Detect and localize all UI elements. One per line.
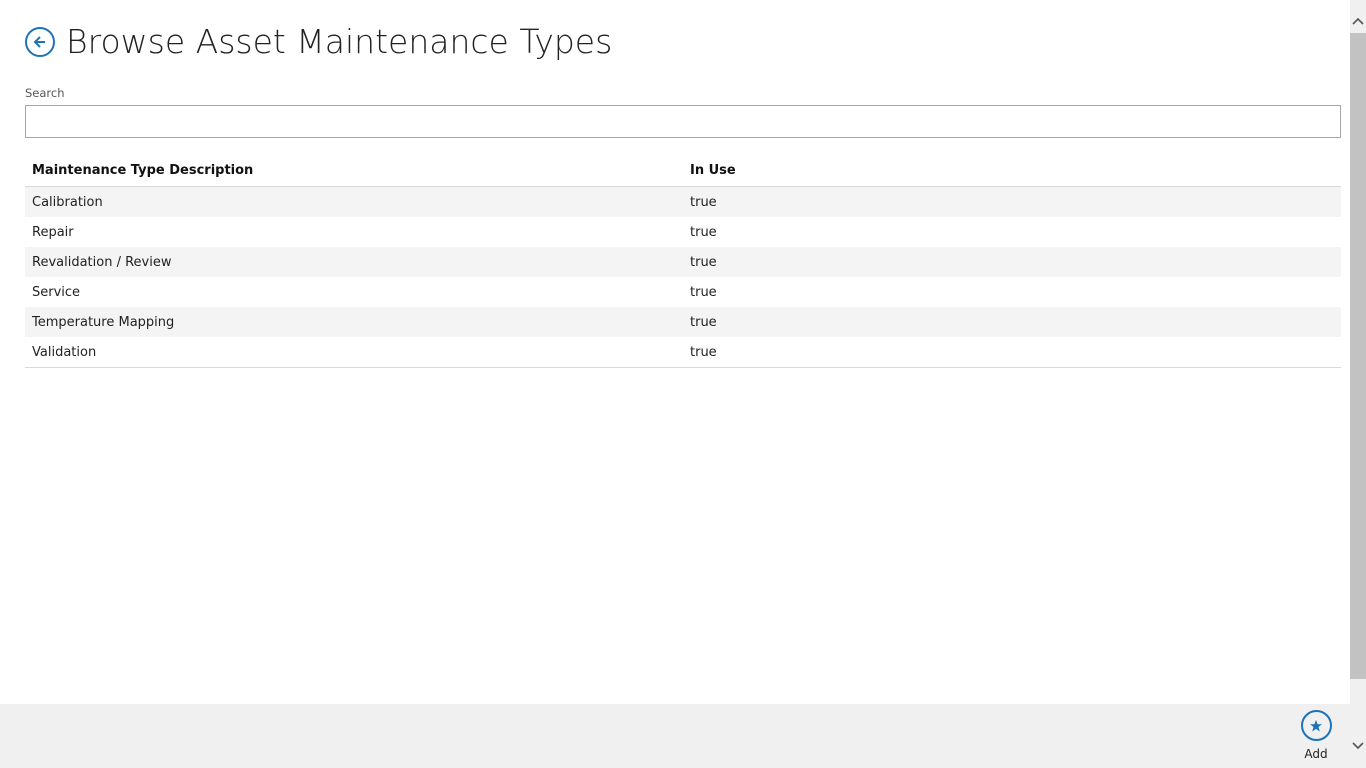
cell-description: Revalidation / Review <box>25 247 683 277</box>
column-header-description[interactable]: Maintenance Type Description <box>25 155 683 187</box>
scroll-up-button[interactable] <box>1350 11 1366 31</box>
add-icon-circle <box>1300 710 1332 741</box>
cell-description: Temperature Mapping <box>25 307 683 337</box>
cell-description: Repair <box>32 224 74 240</box>
page-title: Browse Asset Maintenance Types <box>66 22 613 61</box>
cell-in-use: true <box>690 224 717 240</box>
cell-in-use: true <box>690 284 717 300</box>
page-header: Browse Asset Maintenance Types <box>25 22 612 62</box>
cell-description: Validation <box>25 337 683 368</box>
table-row[interactable]: Service true <box>25 277 1341 307</box>
cell-description: Calibration <box>25 186 683 217</box>
scroll-down-button[interactable] <box>1350 736 1366 756</box>
table-header-row: Maintenance Type Description In Use <box>25 155 1341 187</box>
table-row[interactable]: Calibration true <box>25 186 1341 217</box>
table-row[interactable]: Temperature Mapping true <box>25 307 1341 337</box>
add-button[interactable]: Add <box>1294 710 1338 764</box>
column-header-in-use[interactable]: In Use <box>683 155 1341 187</box>
star-icon <box>1310 719 1322 731</box>
vertical-scrollbar[interactable] <box>1350 0 1366 768</box>
chevron-down-icon <box>1352 742 1364 750</box>
back-button[interactable] <box>25 27 55 57</box>
search-input[interactable] <box>25 105 1341 138</box>
chevron-up-icon <box>1352 17 1364 25</box>
search-label: Search <box>25 86 65 100</box>
browse-screen: Browse Asset Maintenance Types Search Ma… <box>0 0 1350 704</box>
app-bar: Add <box>0 704 1350 768</box>
cell-in-use: true <box>683 186 1341 217</box>
add-button-label: Add <box>1304 747 1328 761</box>
table-row[interactable]: Revalidation / Review true <box>25 247 1341 277</box>
table-row[interactable]: Validation true <box>25 337 1341 368</box>
maintenance-types-table: Maintenance Type Description In Use Cali… <box>25 155 1341 368</box>
scrollbar-thumb[interactable] <box>1350 33 1366 679</box>
cell-in-use: true <box>683 337 1341 368</box>
back-arrow-icon <box>33 36 45 48</box>
cell-in-use: true <box>683 247 1341 277</box>
cell-in-use: true <box>683 307 1341 337</box>
cell-description: Service <box>32 284 81 300</box>
table-row[interactable]: Repair true <box>25 217 1341 247</box>
